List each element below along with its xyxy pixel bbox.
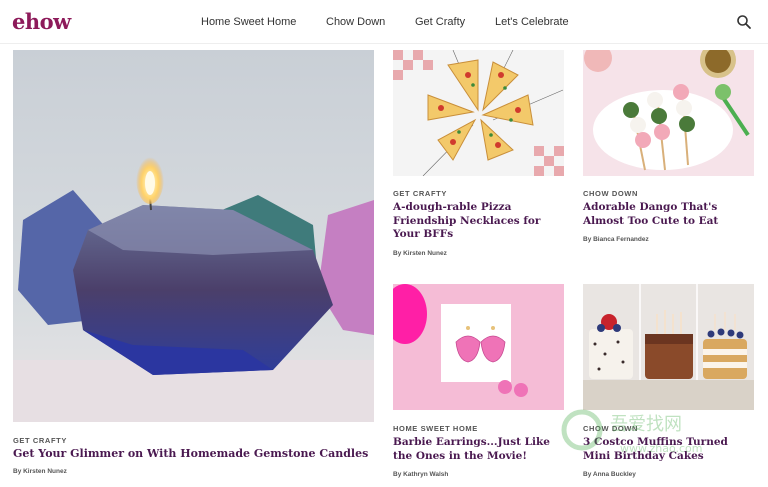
search-icon[interactable] [736, 14, 752, 30]
article-byline: By Bianca Fernandez [583, 236, 649, 243]
nav-get-crafty[interactable]: Get Crafty [415, 16, 465, 28]
article-category[interactable]: GET CRAFTY [13, 436, 67, 445]
article-byline: By Kirsten Nunez [13, 468, 67, 475]
site-header: ehow Home Sweet Home Chow Down Get Craft… [0, 0, 768, 44]
dango-illustration [583, 50, 754, 176]
article-title[interactable]: Barbie Earrings...Just Like the Ones in … [393, 436, 565, 463]
article-image-barbie-earrings[interactable] [393, 284, 564, 410]
nav-lets-celebrate[interactable]: Let's Celebrate [495, 16, 569, 28]
article-byline: By Kirsten Nunez [393, 250, 447, 257]
ehow-logo[interactable]: ehow [12, 9, 71, 34]
article-byline: By Kathryn Walsh [393, 471, 449, 478]
article-title[interactable]: Adorable Dango That's Almost Too Cute to… [583, 201, 758, 228]
nav-home-sweet-home[interactable]: Home Sweet Home [201, 16, 296, 28]
candle-illustration [13, 50, 374, 422]
article-category[interactable]: GET CRAFTY [393, 189, 447, 198]
article-category[interactable]: CHOW DOWN [583, 424, 638, 433]
article-image-muffin-cakes[interactable] [583, 284, 754, 410]
article-image-pizza-necklaces[interactable] [393, 50, 564, 176]
article-category[interactable]: HOME SWEET HOME [393, 424, 478, 433]
article-title[interactable]: 3 Costco Muffins Turned Mini Birthday Ca… [583, 436, 758, 463]
article-title[interactable]: A-dough-rable Pizza Friendship Necklaces… [393, 201, 565, 242]
pizza-illustration [393, 50, 564, 176]
article-image-gemstone-candles[interactable] [13, 50, 374, 422]
article-category[interactable]: CHOW DOWN [583, 189, 638, 198]
earrings-illustration [393, 284, 564, 410]
nav-chow-down[interactable]: Chow Down [326, 16, 385, 28]
cakes-illustration [583, 284, 754, 410]
article-image-dango[interactable] [583, 50, 754, 176]
article-byline: By Anna Buckley [583, 471, 636, 478]
article-title[interactable]: Get Your Glimmer on With Homemade Gemsto… [13, 447, 373, 461]
